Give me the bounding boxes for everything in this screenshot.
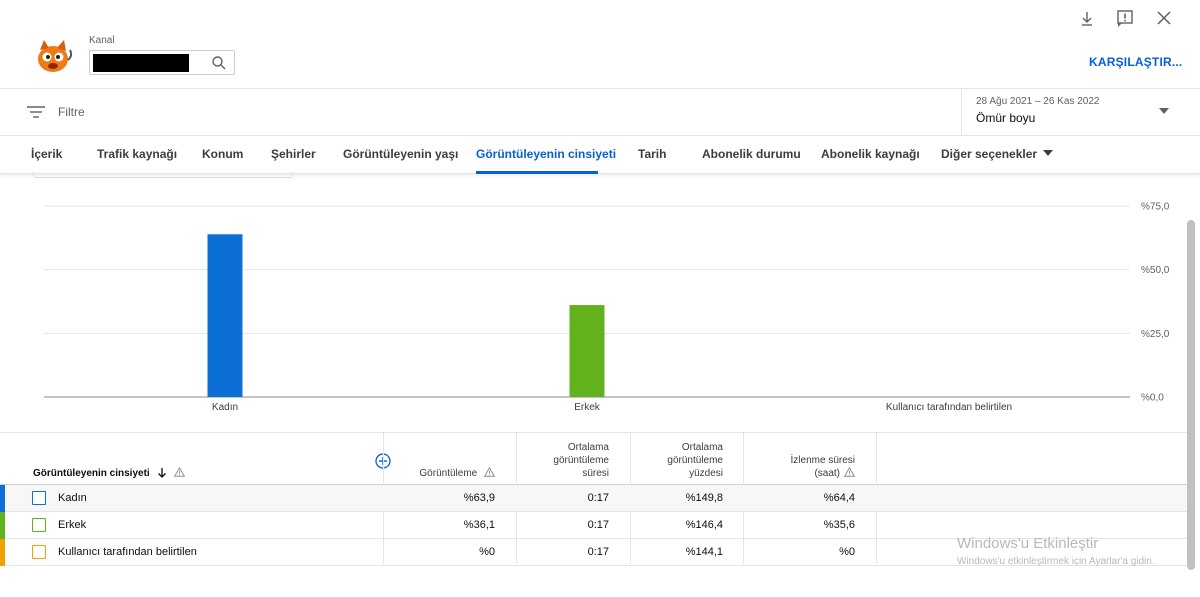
- y-tick-label: %0,0: [1141, 393, 1164, 404]
- avg-percent-cell: %146,4: [685, 519, 723, 531]
- avg-duration-column-header[interactable]: Ortalama görüntüleme süresi: [553, 441, 609, 480]
- watch-time-column-header[interactable]: İzlenme süresi (saat): [791, 454, 855, 480]
- table-header: Görüntüleyenin cinsiyeti Görüntüleme Ort…: [0, 433, 1187, 564]
- avg-percent-header-line2: görüntüleme: [667, 455, 723, 466]
- table-row[interactable]: Kadın %63,9 0:17 %149,8 %64,4: [0, 485, 1187, 512]
- channel-avatar[interactable]: [33, 38, 73, 74]
- tab-cities[interactable]: Şehirler: [271, 147, 316, 161]
- y-tick-label: %50,0: [1141, 265, 1170, 276]
- avg-percent-column-header[interactable]: Ortalama görüntüleme yüzdesi: [667, 441, 723, 480]
- warning-icon[interactable]: [174, 467, 186, 477]
- chart-canvas: %0,0 %25,0 %50,0 %75,0 Kadın Erkek Kullanıcı t…: [44, 202, 1170, 413]
- avg-duration-header-line1: Ortalama: [567, 442, 609, 453]
- date-period-text: Ömür boyu: [976, 111, 1036, 125]
- y-tick-label: %25,0: [1141, 329, 1170, 340]
- date-range-selector[interactable]: 28 Ağu 2021 – 26 Kas 2022 Ömür boyu: [961, 89, 1200, 136]
- redacted-channel-name: [93, 54, 189, 72]
- row-label: Kadın: [58, 492, 87, 504]
- caret-down-icon: [1043, 150, 1054, 156]
- avg-duration-header-line2: görüntüleme: [553, 455, 609, 466]
- row-color-indicator: [0, 539, 5, 566]
- tab-content[interactable]: İçerik: [31, 147, 62, 161]
- search-icon[interactable]: [211, 55, 227, 71]
- x-tick-label: Kullanıcı tarafından belirtilen: [886, 402, 1012, 413]
- tab-viewer-gender[interactable]: Görüntüleyenin cinsiyeti: [476, 147, 616, 161]
- tab-more-options[interactable]: Diğer seçenekler: [941, 147, 1054, 161]
- sort-down-icon[interactable]: [157, 467, 167, 478]
- tab-subscription-status[interactable]: Abonelik durumu: [702, 147, 801, 161]
- date-range-text: 28 Ağu 2021 – 26 Kas 2022: [976, 96, 1100, 107]
- y-tick-label: %75,0: [1141, 202, 1170, 213]
- compare-button[interactable]: KARŞILAŞTIR...: [1089, 55, 1182, 69]
- row-label: Erkek: [58, 519, 87, 531]
- tab-subscription-source[interactable]: Abonelik kaynağı: [821, 147, 920, 161]
- chart-type-selector[interactable]: [33, 172, 293, 178]
- channel-label: Kanal: [89, 35, 115, 46]
- dimension-header-label: Görüntüleyenin cinsiyeti: [33, 468, 150, 479]
- row-color-indicator: [0, 485, 5, 512]
- dimension-column-header[interactable]: Görüntüleyenin cinsiyeti: [33, 467, 186, 480]
- channel-search-input[interactable]: [89, 50, 235, 75]
- watch-time-header-line1: İzlenme süresi: [790, 455, 855, 466]
- gender-bar-chart: %0,0 %25,0 %50,0 %75,0 Kadın Erkek Kullanıcı t…: [0, 180, 1200, 430]
- watch-time-cell: %64,4: [823, 492, 855, 504]
- filter-bar: Filtre 28 Ağu 2021 – 26 Kas 2022 Ömür bo…: [0, 89, 1200, 136]
- watch-time-cell: %0: [839, 546, 855, 558]
- bar-0[interactable]: [207, 234, 243, 397]
- views-cell: %36,1: [463, 519, 495, 531]
- avg-percent-cell: %149,8: [685, 492, 723, 504]
- avg-duration-cell: 0:17: [587, 519, 609, 531]
- row-label: Kullanıcı tarafından belirtilen: [58, 546, 197, 558]
- download-icon[interactable]: [1077, 8, 1097, 28]
- watch-time-cell: %35,6: [823, 519, 855, 531]
- tab-date[interactable]: Tarih: [638, 147, 666, 161]
- close-icon[interactable]: [1154, 8, 1174, 28]
- tab-viewer-age[interactable]: Görüntüleyenin yaşı: [343, 147, 458, 161]
- scrollbar[interactable]: [1187, 220, 1195, 570]
- filter-icon[interactable]: [27, 105, 45, 119]
- row-color-indicator: [0, 512, 5, 539]
- watch-time-header-line2: (saat): [791, 467, 855, 480]
- dimension-tabs: İçerik Trafik kaynağı Konum Şehirler Gör…: [0, 136, 1200, 174]
- windows-activation-title: Windows'u Etkinleştir: [957, 535, 1099, 552]
- avg-duration-header-line3: süresi: [582, 468, 609, 479]
- feedback-icon[interactable]: [1115, 8, 1135, 28]
- views-column-header[interactable]: Görüntüleme: [419, 467, 495, 480]
- windows-activation-subtitle: Windows'u etkinleştirmek için Ayarlar'a …: [957, 556, 1155, 567]
- x-tick-label: Erkek: [574, 402, 601, 413]
- top-header: Kanal KARŞILAŞTIR...: [0, 0, 1200, 89]
- row-checkbox[interactable]: [32, 518, 46, 532]
- avg-percent-header-line1: Ortalama: [681, 442, 723, 453]
- chevron-down-icon[interactable]: [1159, 108, 1169, 114]
- avg-percent-cell: %144,1: [685, 546, 723, 558]
- tab-more-options-label: Diğer seçenekler: [941, 147, 1038, 161]
- filter-input[interactable]: Filtre: [58, 105, 85, 119]
- tab-location[interactable]: Konum: [202, 147, 243, 161]
- warning-icon[interactable]: [844, 467, 855, 477]
- row-checkbox[interactable]: [32, 491, 46, 505]
- tab-traffic-source[interactable]: Trafik kaynağı: [97, 147, 177, 161]
- views-header-label: Görüntüleme: [419, 468, 478, 479]
- avg-percent-header-line3: yüzdesi: [689, 468, 723, 479]
- row-checkbox[interactable]: [32, 545, 46, 559]
- views-cell: %63,9: [463, 492, 495, 504]
- bar-1[interactable]: [569, 305, 605, 397]
- views-cell: %0: [479, 546, 495, 558]
- active-tab-indicator: [476, 171, 598, 174]
- x-tick-label: Kadın: [212, 402, 238, 413]
- avg-duration-cell: 0:17: [587, 492, 609, 504]
- avg-duration-cell: 0:17: [587, 546, 609, 558]
- warning-icon[interactable]: [484, 467, 495, 477]
